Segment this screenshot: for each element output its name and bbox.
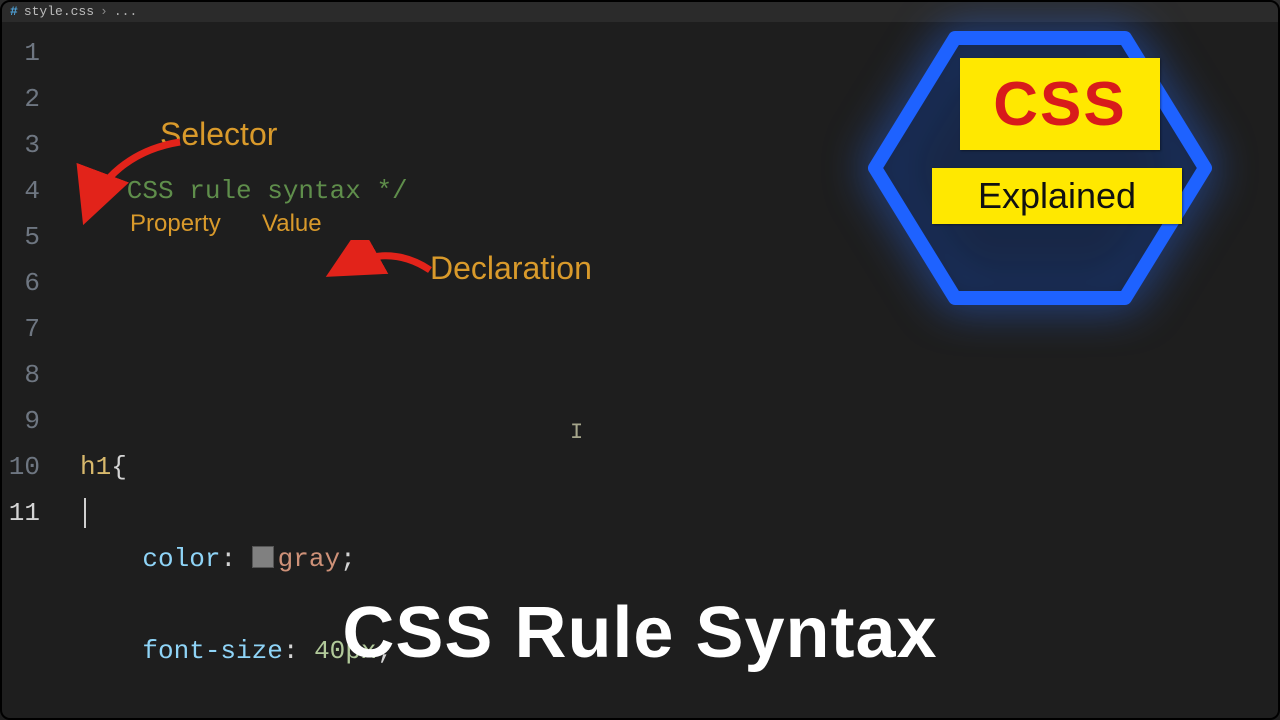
code-line [80, 260, 455, 306]
code-line: color: gray; [80, 536, 455, 582]
line-number: 2 [0, 76, 52, 122]
line-number: 9 [0, 398, 52, 444]
code-line: h1{ [80, 444, 455, 490]
chevron-right-icon: › [100, 4, 108, 19]
line-number: 7 [0, 306, 52, 352]
text-cursor-icon: I [570, 420, 571, 446]
css-comment: /* CSS rule syntax */ [80, 176, 408, 206]
css-property: color [142, 544, 220, 574]
line-number: 10 [0, 444, 52, 490]
brace-open: { [111, 452, 127, 482]
tab-filename[interactable]: style.css [24, 4, 94, 19]
line-number: 1 [0, 30, 52, 76]
line-number: 3 [0, 122, 52, 168]
annotation-value: Value [262, 210, 322, 238]
file-icon: # [10, 4, 18, 19]
breadcrumb-ellipsis: ... [114, 4, 137, 19]
logo-css-badge: CSS [960, 58, 1160, 150]
css-selector: h1 [80, 452, 111, 482]
css-value: gray [278, 544, 340, 574]
line-number: 4 [0, 168, 52, 214]
code-line: /* CSS rule syntax */ [80, 168, 455, 214]
annotation-selector: Selector [160, 116, 277, 153]
annotation-declaration: Declaration [430, 250, 592, 287]
line-number: 11 [0, 490, 52, 536]
line-number: 5 [0, 214, 52, 260]
line-number: 6 [0, 260, 52, 306]
line-number-gutter: 1 2 3 4 5 6 7 8 9 10 11 [0, 30, 52, 536]
editor-caret [84, 498, 86, 528]
logo-explained-badge: Explained [932, 168, 1182, 224]
code-line [80, 352, 455, 398]
annotation-property: Property [130, 210, 221, 238]
color-swatch-icon[interactable] [252, 546, 274, 568]
slide-title: CSS Rule Syntax [0, 592, 1280, 674]
line-number: 8 [0, 352, 52, 398]
